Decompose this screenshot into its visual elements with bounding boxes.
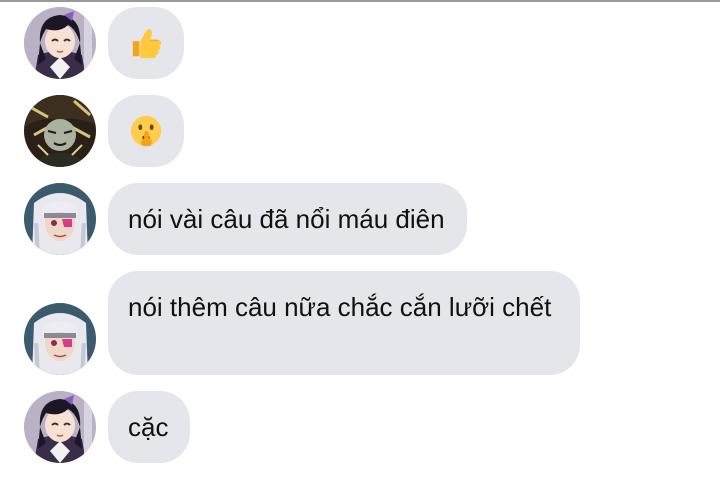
message-bubble-shushing[interactable] bbox=[108, 95, 184, 167]
message-row: cặc bbox=[0, 390, 720, 464]
avatar-gyutaro-icon[interactable] bbox=[24, 95, 96, 167]
top-divider bbox=[0, 0, 720, 2]
message-bubble-thumbs-up[interactable] bbox=[108, 7, 184, 79]
shushing-face-emoji-icon bbox=[130, 115, 162, 147]
message-row bbox=[0, 6, 720, 80]
avatar-tengen-icon[interactable] bbox=[24, 303, 96, 375]
thumbs-up-emoji-icon bbox=[132, 29, 162, 59]
message-row: nói vài câu đã nổi máu điên bbox=[0, 182, 720, 256]
avatar-shinobu-icon[interactable] bbox=[24, 391, 96, 463]
message-bubble-text[interactable]: nói thêm câu nữa chắc cắn lưỡi chết bbox=[108, 271, 580, 375]
avatar-tengen-icon[interactable] bbox=[24, 183, 96, 255]
message-row: nói thêm câu nữa chắc cắn lưỡi chết bbox=[0, 270, 720, 376]
message-row bbox=[0, 94, 720, 168]
message-bubble-text[interactable]: nói vài câu đã nổi máu điên bbox=[108, 183, 467, 255]
message-bubble-text[interactable]: cặc bbox=[108, 391, 191, 463]
message-text: nói thêm câu nữa chắc cắn lưỡi chết bbox=[128, 292, 552, 322]
message-text: nói vài câu đã nổi máu điên bbox=[128, 204, 445, 234]
avatar-shinobu-icon[interactable] bbox=[24, 7, 96, 79]
message-text: cặc bbox=[128, 412, 169, 442]
